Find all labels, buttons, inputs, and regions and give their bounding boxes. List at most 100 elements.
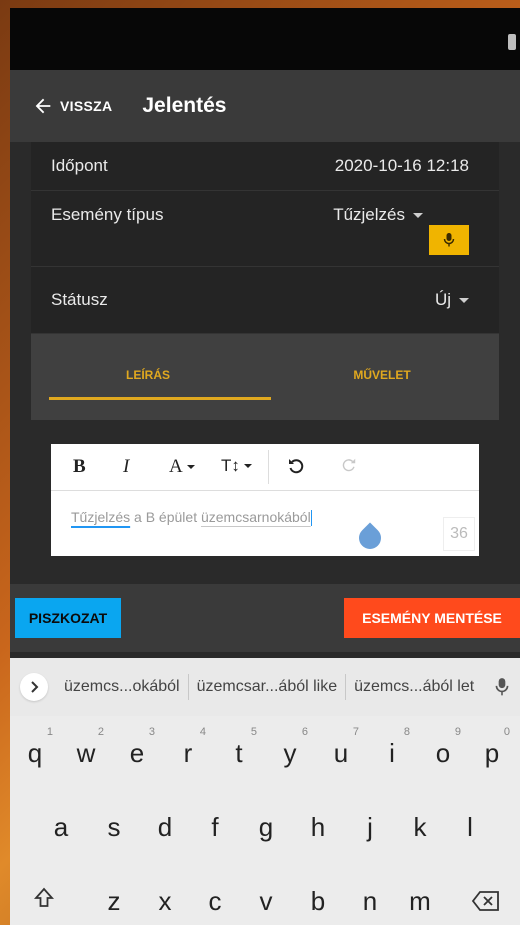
- redo-icon: [342, 458, 356, 472]
- back-label: VISSZA: [60, 98, 113, 114]
- save-event-button[interactable]: ESEMÉNY MENTÉSE: [344, 598, 520, 638]
- cursor-handle[interactable]: [354, 522, 386, 554]
- shift-key[interactable]: [24, 886, 64, 917]
- voice-input-button[interactable]: [429, 225, 469, 255]
- tab-description[interactable]: LEÍRÁS: [31, 334, 265, 420]
- keyboard-mic-button[interactable]: [494, 677, 510, 697]
- microphone-icon: [443, 233, 455, 247]
- key-hint: 3: [148, 726, 155, 738]
- toolbar-divider: [268, 450, 269, 484]
- key-label: o: [435, 738, 451, 768]
- text-cursor: [310, 510, 312, 527]
- status-value: Új: [434, 290, 451, 309]
- suggestion-2[interactable]: üzemcsar...ából like: [189, 678, 346, 696]
- key-z[interactable]: z: [94, 886, 134, 917]
- editor-toolbar: B I A T↕: [51, 444, 479, 491]
- key-hint: 1: [46, 726, 53, 738]
- key-u[interactable]: u7: [321, 726, 361, 769]
- key-b[interactable]: b: [298, 886, 338, 917]
- chevron-right-icon: [31, 681, 39, 693]
- text-size-dropdown[interactable]: T↕: [221, 456, 252, 476]
- key-label: i: [389, 738, 395, 768]
- word-tuzjelzes: Tűzjelzés: [71, 509, 131, 525]
- key-n[interactable]: n: [350, 886, 390, 917]
- page-title: Jelentés: [142, 94, 227, 117]
- action-bar: PISZKOZAT ESEMÉNY MENTÉSE: [10, 584, 520, 652]
- undo-button[interactable]: [287, 457, 305, 475]
- key-d[interactable]: d: [145, 812, 185, 843]
- key-f[interactable]: f: [195, 812, 235, 843]
- key-v[interactable]: v: [246, 886, 286, 917]
- chevron-down-icon: [186, 465, 195, 469]
- tab-bar: LEÍRÁS MŰVELET: [31, 334, 499, 420]
- event-type-value: Tűzjelzés: [333, 205, 405, 224]
- editor-text-field[interactable]: Tűzjelzés a B épület üzemcsarnokából 36: [51, 491, 479, 555]
- key-label: t: [235, 738, 243, 768]
- word-uzemcsarnokabol: üzemcsarnokából: [200, 509, 311, 525]
- key-label: p: [484, 738, 500, 768]
- key-y[interactable]: y6: [270, 726, 310, 769]
- font-dropdown[interactable]: A: [169, 456, 195, 478]
- editor-content: Tűzjelzés a B épület üzemcsarnokából: [71, 509, 312, 527]
- status-select[interactable]: Új: [435, 290, 469, 310]
- font-label: A: [169, 456, 183, 477]
- event-type-select[interactable]: Tűzjelzés: [333, 205, 423, 225]
- key-p[interactable]: p0: [472, 726, 512, 769]
- key-t[interactable]: t5: [219, 726, 259, 769]
- key-c[interactable]: c: [195, 886, 235, 917]
- expand-suggestions-button[interactable]: [20, 673, 48, 701]
- key-m[interactable]: m: [400, 886, 440, 917]
- key-hint: 4: [199, 726, 206, 738]
- bold-button[interactable]: B: [73, 456, 86, 478]
- chevron-down-icon: [413, 212, 423, 218]
- shift-icon: [33, 887, 55, 907]
- key-q[interactable]: q1: [15, 726, 55, 769]
- key-hint: 0: [503, 726, 510, 738]
- time-value: 2020-10-16 12:18: [334, 156, 469, 175]
- key-l[interactable]: l: [450, 812, 490, 843]
- key-j[interactable]: j: [350, 812, 390, 843]
- key-x[interactable]: x: [145, 886, 185, 917]
- key-label: u: [333, 738, 349, 768]
- key-i[interactable]: i8: [372, 726, 412, 769]
- text-size-label: T↕: [221, 456, 240, 475]
- key-r[interactable]: r4: [168, 726, 208, 769]
- back-button[interactable]: VISSZA: [32, 95, 112, 117]
- key-w[interactable]: w2: [66, 726, 106, 769]
- italic-button[interactable]: I: [123, 456, 129, 478]
- character-counter: 36: [443, 517, 475, 551]
- report-form: Időpont 2020-10-16 12:18 Esemény típus T…: [31, 142, 499, 584]
- key-k[interactable]: k: [400, 812, 440, 843]
- status-row: Státusz Új: [31, 267, 499, 334]
- key-h[interactable]: h: [298, 812, 338, 843]
- chevron-down-icon: [459, 297, 469, 303]
- backspace-icon: [471, 891, 499, 911]
- key-g[interactable]: g: [246, 812, 286, 843]
- redo-button[interactable]: [341, 457, 357, 473]
- microphone-icon: [495, 678, 509, 696]
- key-a[interactable]: a: [41, 812, 81, 843]
- key-hint: 5: [250, 726, 257, 738]
- suggestion-1[interactable]: üzemcs...okából: [56, 678, 188, 696]
- backspace-key[interactable]: [466, 888, 506, 919]
- key-label: w: [76, 738, 96, 768]
- suggestion-3[interactable]: üzemcs...ából let: [346, 678, 482, 696]
- draft-button[interactable]: PISZKOZAT: [15, 598, 121, 638]
- time-row: Időpont 2020-10-16 12:18: [31, 142, 499, 191]
- editor-area: B I A T↕ Tűzjelzés a B épület üzemcsarno…: [31, 420, 499, 570]
- key-o[interactable]: o9: [423, 726, 463, 769]
- battery-icon: [508, 34, 516, 50]
- chevron-down-icon: [243, 464, 252, 468]
- phone-screen: VISSZA Jelentés Időpont 2020-10-16 12:18…: [10, 8, 520, 925]
- event-type-label: Esemény típus: [51, 205, 164, 224]
- key-e[interactable]: e3: [117, 726, 157, 769]
- key-label: q: [27, 738, 43, 768]
- text-segment: a B épület: [130, 509, 201, 525]
- key-s[interactable]: s: [94, 812, 134, 843]
- key-label: y: [283, 738, 297, 768]
- status-bar: [10, 8, 520, 70]
- status-label: Státusz: [51, 290, 108, 309]
- rich-text-editor: B I A T↕ Tűzjelzés a B épület üzemcsarno…: [51, 444, 479, 556]
- tab-action[interactable]: MŰVELET: [265, 334, 499, 420]
- suggestion-bar: üzemcs...okából üzemcsar...ából like üze…: [10, 658, 520, 716]
